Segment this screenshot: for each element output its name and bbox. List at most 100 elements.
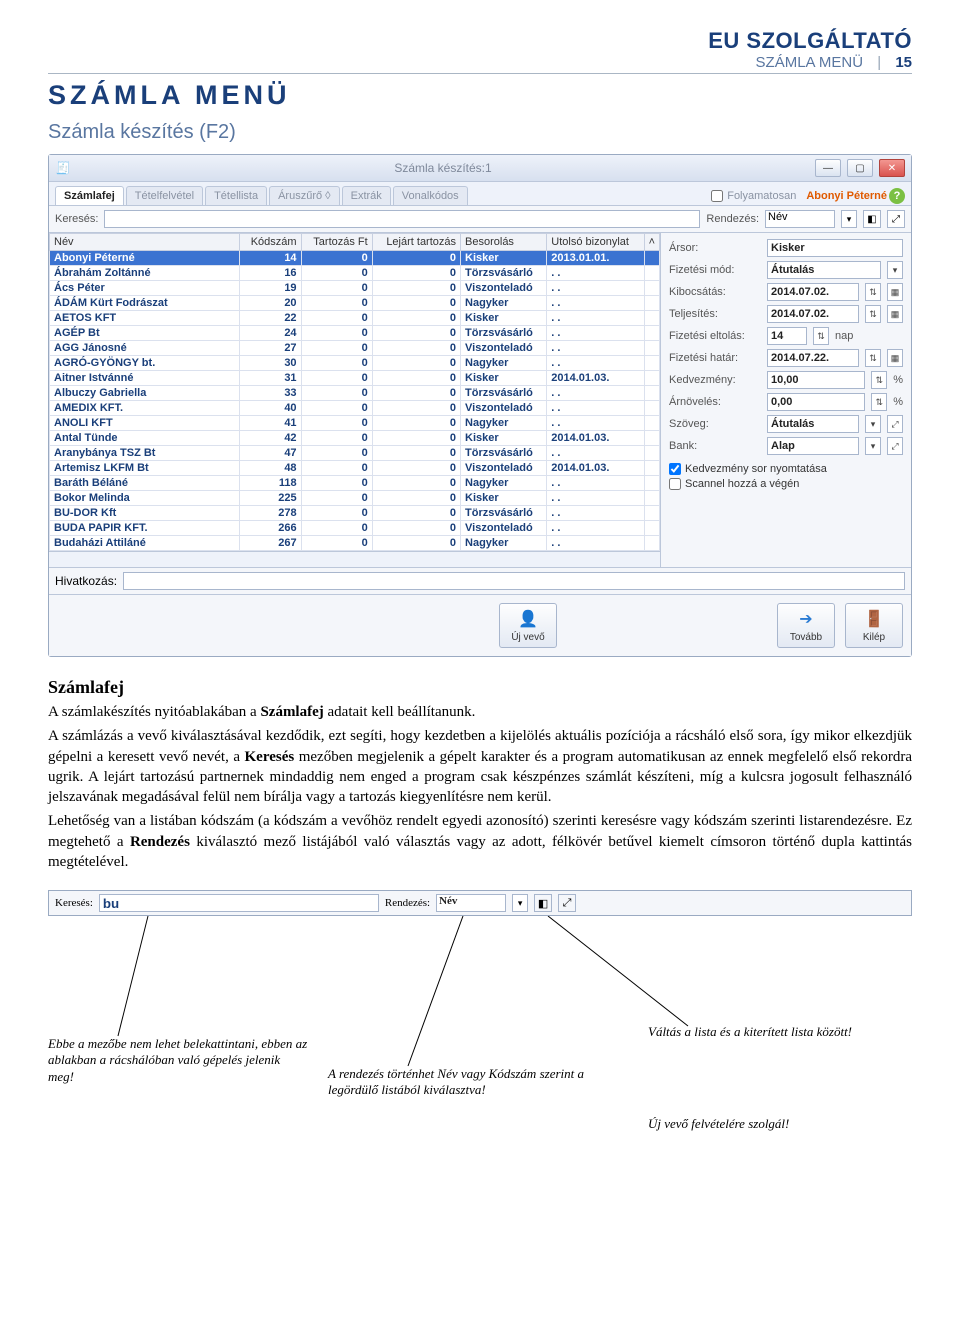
eltol-value[interactable]: 14	[767, 327, 807, 345]
table-row[interactable]: Ács Péter1900Viszonteladó. .	[50, 281, 660, 296]
hatar-value[interactable]: 2014.07.22.	[767, 349, 859, 367]
hivatkozas-row: Hivatkozás:	[49, 567, 911, 594]
folyamatosan-label: Folyamatosan	[727, 190, 796, 202]
sort-dropdown-icon[interactable]: ▾	[841, 210, 857, 228]
callout-2: A rendezés történhet Név vagy Kódszám sz…	[328, 1066, 608, 1099]
app-window: 🧾 Számla készítés:1 — ▢ ✕ Számlafej Téte…	[48, 154, 912, 657]
kibocs-cal-icon[interactable]: ▦	[887, 283, 903, 301]
strip-sort-select[interactable]: Név	[436, 894, 506, 912]
tab-vonalkodos[interactable]: Vonalkódos	[393, 186, 468, 205]
kedv-spin-icon[interactable]: ⇅	[871, 371, 887, 389]
callout-1: Ebbe a mezőbe nem lehet belekattintani, …	[48, 1036, 308, 1085]
col-kodszam[interactable]: Kódszám	[240, 234, 302, 251]
col-utolso[interactable]: Utolsó bizonylat	[547, 234, 644, 251]
szov-action-icon[interactable]: ⤢	[887, 415, 903, 433]
fizmod-dropdown-icon[interactable]: ▾	[887, 261, 903, 279]
table-row[interactable]: AGRÓ-GYÖNGY bt.3000Nagyker. .	[50, 356, 660, 371]
tab-szamlafej[interactable]: Számlafej	[55, 186, 124, 205]
table-row[interactable]: Bokor Melinda22500Kisker. .	[50, 491, 660, 506]
arnov-unit: %	[893, 396, 903, 408]
minimize-button[interactable]: —	[815, 159, 841, 177]
szov-dropdown-icon[interactable]: ▾	[865, 415, 881, 433]
table-row[interactable]: Antal Tünde4200Kisker2014.01.03.	[50, 431, 660, 446]
doc-p2: A számlázás a vevő kiválasztásával kezdő…	[48, 726, 912, 807]
separator: |	[877, 54, 881, 71]
section-name: SZÁMLA MENÜ	[756, 54, 864, 71]
col-tartozas[interactable]: Tartozás Ft	[301, 234, 372, 251]
telj-spin-icon[interactable]: ⇅	[865, 305, 881, 323]
scan-end-checkbox[interactable]: Scannel hozzá a végén	[669, 478, 799, 490]
kibocs-value[interactable]: 2014.07.02.	[767, 283, 859, 301]
table-row[interactable]: Baráth Béláné11800Nagyker. .	[50, 476, 660, 491]
tab-tetelfelvetel[interactable]: Tételfelvétel	[126, 186, 203, 205]
sort-select[interactable]: Név	[765, 210, 835, 228]
fizmod-value[interactable]: Átutalás	[767, 261, 881, 279]
telj-cal-icon[interactable]: ▦	[887, 305, 903, 323]
hatar-spin-icon[interactable]: ⇅	[865, 349, 881, 367]
arnov-value[interactable]: 0,00	[767, 393, 865, 411]
list-toggle-icon-2[interactable]: ⤢	[887, 210, 905, 228]
telj-value[interactable]: 2014.07.02.	[767, 305, 859, 323]
window-title: Számla készítés:1	[77, 161, 809, 175]
table-row[interactable]: AGG Jánosné2700Viszonteladó. .	[50, 341, 660, 356]
hivatkozas-input[interactable]	[123, 572, 905, 590]
arnov-spin-icon[interactable]: ⇅	[871, 393, 887, 411]
table-row[interactable]: Aitner Istvánné3100Kisker2014.01.03.	[50, 371, 660, 386]
page-number: 15	[895, 54, 912, 71]
table-row[interactable]: Artemisz LKFM Bt4800Viszonteladó2014.01.…	[50, 461, 660, 476]
col-nev[interactable]: Név	[50, 234, 240, 251]
tab-aruszuro[interactable]: Áruszűrő ◊	[269, 186, 340, 205]
table-row[interactable]: BU-DOR Kft27800Törzsvásárló. .	[50, 506, 660, 521]
table-row[interactable]: Budaházi Attiláné26700Nagyker. .	[50, 536, 660, 551]
strip-sort-dropdown-icon[interactable]: ▾	[512, 894, 528, 912]
kedv-value[interactable]: 10,00	[767, 371, 865, 389]
list-toggle-icon-1[interactable]: ◧	[863, 210, 881, 228]
close-button[interactable]: ✕	[879, 159, 905, 177]
folyamatosan-checkbox[interactable]: Folyamatosan	[711, 190, 796, 202]
maximize-button[interactable]: ▢	[847, 159, 873, 177]
doc-h3: Számlafej	[48, 677, 912, 698]
col-besorolas[interactable]: Besorolás	[461, 234, 547, 251]
col-lejart[interactable]: Lejárt tartozás	[372, 234, 460, 251]
next-button[interactable]: ➔Tovább	[777, 603, 835, 648]
kibocs-spin-icon[interactable]: ⇅	[865, 283, 881, 301]
strip-toggle-icon-1[interactable]: ◧	[534, 894, 552, 912]
tab-tetellista[interactable]: Tétellista	[205, 186, 267, 205]
bank-dropdown-icon[interactable]: ▾	[865, 437, 881, 455]
table-row[interactable]: Aranybánya TSZ Bt4700Törzsvásárló. .	[50, 446, 660, 461]
doc-p1: A számlakészítés nyitóablakában a Számla…	[48, 702, 912, 722]
help-icon[interactable]: ?	[889, 188, 905, 204]
strip-toggle-icon-2[interactable]: ⤢	[558, 894, 576, 912]
table-row[interactable]: AETOS KFT2200Kisker. .	[50, 311, 660, 326]
bank-value[interactable]: Alap	[767, 437, 859, 455]
eltol-spin-icon[interactable]: ⇅	[813, 327, 829, 345]
person-icon: 👤	[517, 608, 539, 630]
table-row[interactable]: Abonyi Péterné1400Kisker2013.01.01.	[50, 251, 660, 266]
table-row[interactable]: ANOLI KFT4100Nagyker. .	[50, 416, 660, 431]
exit-button[interactable]: 🚪Kilép	[845, 603, 903, 648]
arsor-value[interactable]: Kisker	[767, 239, 903, 257]
horizontal-scrollbar[interactable]	[49, 551, 660, 567]
kibocs-label: Kibocsátás:	[669, 286, 761, 298]
eltol-unit: nap	[835, 330, 853, 342]
bank-action-icon[interactable]: ⤢	[887, 437, 903, 455]
strip-search-input[interactable]	[99, 894, 379, 912]
search-input[interactable]	[104, 210, 700, 228]
tab-bar: Számlafej Tételfelvétel Tétellista Árusz…	[49, 182, 911, 206]
kedv-print-checkbox[interactable]: Kedvezmény sor nyomtatása	[669, 463, 827, 475]
annotations: Ebbe a mezőbe nem lehet belekattintani, …	[48, 916, 912, 1136]
new-customer-button[interactable]: 👤Új vevő	[499, 603, 557, 648]
table-row[interactable]: Ábrahám Zoltánné1600Törzsvásárló. .	[50, 266, 660, 281]
customer-grid[interactable]: Név Kódszám Tartozás Ft Lejárt tartozás …	[49, 233, 660, 551]
current-customer: Abonyi Péterné	[806, 190, 887, 202]
col-scroll-head: ˄	[644, 234, 659, 251]
table-row[interactable]: BUDA PAPIR KFT.26600Viszonteladó. .	[50, 521, 660, 536]
table-row[interactable]: Albuczy Gabriella3300Törzsvásárló. .	[50, 386, 660, 401]
tab-extrak[interactable]: Extrák	[342, 186, 391, 205]
table-row[interactable]: ÁDÁM Kürt Fodrászat2000Nagyker. .	[50, 296, 660, 311]
table-row[interactable]: AGÉP Bt2400Törzsvásárló. .	[50, 326, 660, 341]
fizmod-label: Fizetési mód:	[669, 264, 761, 276]
szov-value[interactable]: Átutalás	[767, 415, 859, 433]
table-row[interactable]: AMEDIX KFT.4000Viszonteladó. .	[50, 401, 660, 416]
hatar-cal-icon[interactable]: ▦	[887, 349, 903, 367]
